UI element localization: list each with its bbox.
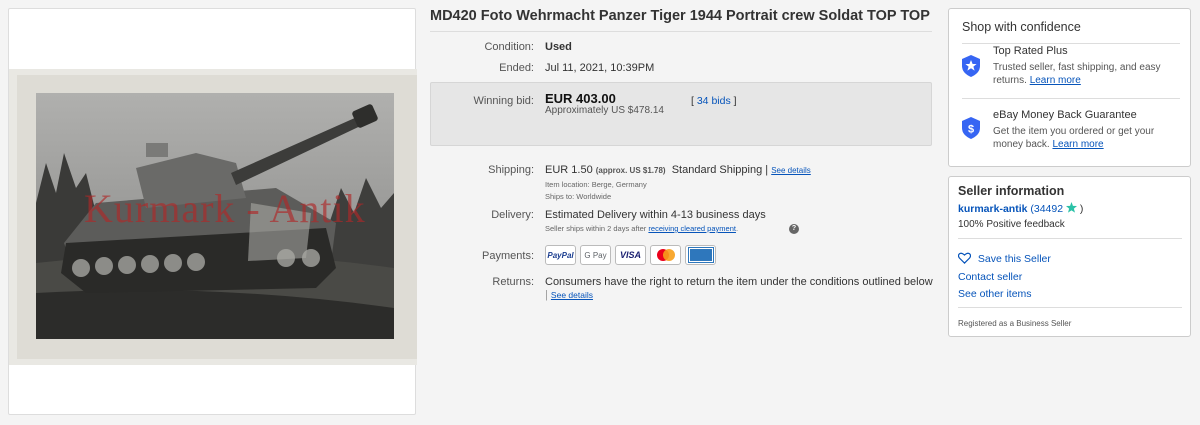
- star-icon: [1066, 202, 1077, 213]
- seller-heading: Seller information: [958, 184, 1065, 198]
- shipping-method: Standard Shipping |: [671, 164, 769, 176]
- top-rated-learn-more-link[interactable]: Learn more: [1030, 75, 1081, 86]
- seller-name-row: kurmark-antik (34492 ): [958, 202, 1084, 215]
- returns-value: Consumers have the right to return the i…: [545, 276, 933, 288]
- item-photo[interactable]: Kurmark - Antik: [36, 93, 394, 339]
- ended-value: Jul 11, 2021, 10:39PM: [545, 62, 655, 74]
- seller-information-card: Seller information kurmark-antik (34492 …: [948, 176, 1191, 337]
- condition-label: Condition:: [484, 41, 534, 53]
- winning-bid-approx: Approximately US $478.14: [545, 105, 664, 116]
- top-rated-title: Top Rated Plus: [993, 45, 1068, 57]
- item-location: Item location: Berge, Germany: [545, 180, 647, 189]
- item-title: MD420 Foto Wehrmacht Panzer Tiger 1944 P…: [430, 8, 930, 24]
- confidence-heading: Shop with confidence: [962, 20, 1081, 34]
- guarantee-desc: Get the item you ordered or get your mon…: [993, 126, 1155, 150]
- svg-text:$: $: [968, 124, 974, 136]
- guarantee-title: eBay Money Back Guarantee: [993, 109, 1137, 121]
- seller-name-link[interactable]: kurmark-antik: [958, 203, 1027, 215]
- bid-count-link[interactable]: 34 bids: [697, 95, 731, 107]
- mastercard-icon: [650, 245, 681, 265]
- shipping-approx: (approx. US $1.78): [595, 166, 666, 175]
- winning-bid-price: EUR 403.00: [545, 91, 616, 106]
- returns-see-details-link[interactable]: See details: [551, 290, 593, 300]
- photo-print: Kurmark - Antik: [9, 69, 417, 365]
- business-seller-note: Registered as a Business Seller: [958, 319, 1072, 328]
- paypal-icon: PayPal: [545, 245, 576, 265]
- contact-seller-link[interactable]: Contact seller: [958, 271, 1022, 283]
- watermark: Kurmark - Antik: [84, 186, 366, 231]
- shipping-see-details-link[interactable]: See details: [771, 166, 811, 175]
- shipping-value: EUR 1.50 (approx. US $1.78) Standard Shi…: [545, 164, 811, 176]
- heart-icon: [957, 252, 972, 264]
- save-seller-button[interactable]: Save this Seller: [957, 252, 1051, 265]
- delivery-note: Seller ships within 2 days after receivi…: [545, 224, 739, 233]
- amex-icon: [685, 245, 716, 265]
- shipping-price: EUR 1.50: [545, 164, 593, 176]
- help-icon[interactable]: ?: [789, 224, 799, 234]
- returns-details: | See details: [545, 289, 593, 301]
- visa-icon: VISA: [615, 245, 646, 265]
- delivery-label: Delivery:: [491, 209, 534, 221]
- bid-count: [ 34 bids ]: [691, 95, 737, 107]
- cleared-payment-link[interactable]: receiving cleared payment: [648, 224, 736, 233]
- condition-value: Used: [545, 41, 572, 53]
- shop-with-confidence-card: Shop with confidence Top Rated Plus Trus…: [948, 8, 1191, 167]
- top-rated-desc: Trusted seller, fast shipping, and easy …: [993, 62, 1161, 86]
- guarantee-learn-more-link[interactable]: Learn more: [1052, 139, 1103, 150]
- positive-feedback: 100% Positive feedback: [958, 219, 1065, 230]
- winning-bid-label: Winning bid:: [473, 95, 534, 107]
- feedback-score-link[interactable]: (34492: [1030, 203, 1063, 215]
- shield-dollar-icon: $: [962, 117, 980, 139]
- item-photo-card[interactable]: Kurmark - Antik: [8, 8, 417, 415]
- google-pay-icon: G Pay: [580, 245, 611, 265]
- delivery-value: Estimated Delivery within 4-13 business …: [545, 209, 766, 221]
- ships-to: Ships to: Worldwide: [545, 192, 612, 201]
- returns-label: Returns:: [492, 276, 534, 288]
- winning-bid-panel: [430, 82, 932, 146]
- ended-label: Ended:: [499, 62, 534, 74]
- shield-check-icon: [962, 55, 980, 77]
- title-divider: [430, 31, 932, 32]
- payments-label: Payments:: [482, 250, 534, 262]
- see-other-items-link[interactable]: See other items: [958, 288, 1032, 300]
- shipping-label: Shipping:: [488, 164, 534, 176]
